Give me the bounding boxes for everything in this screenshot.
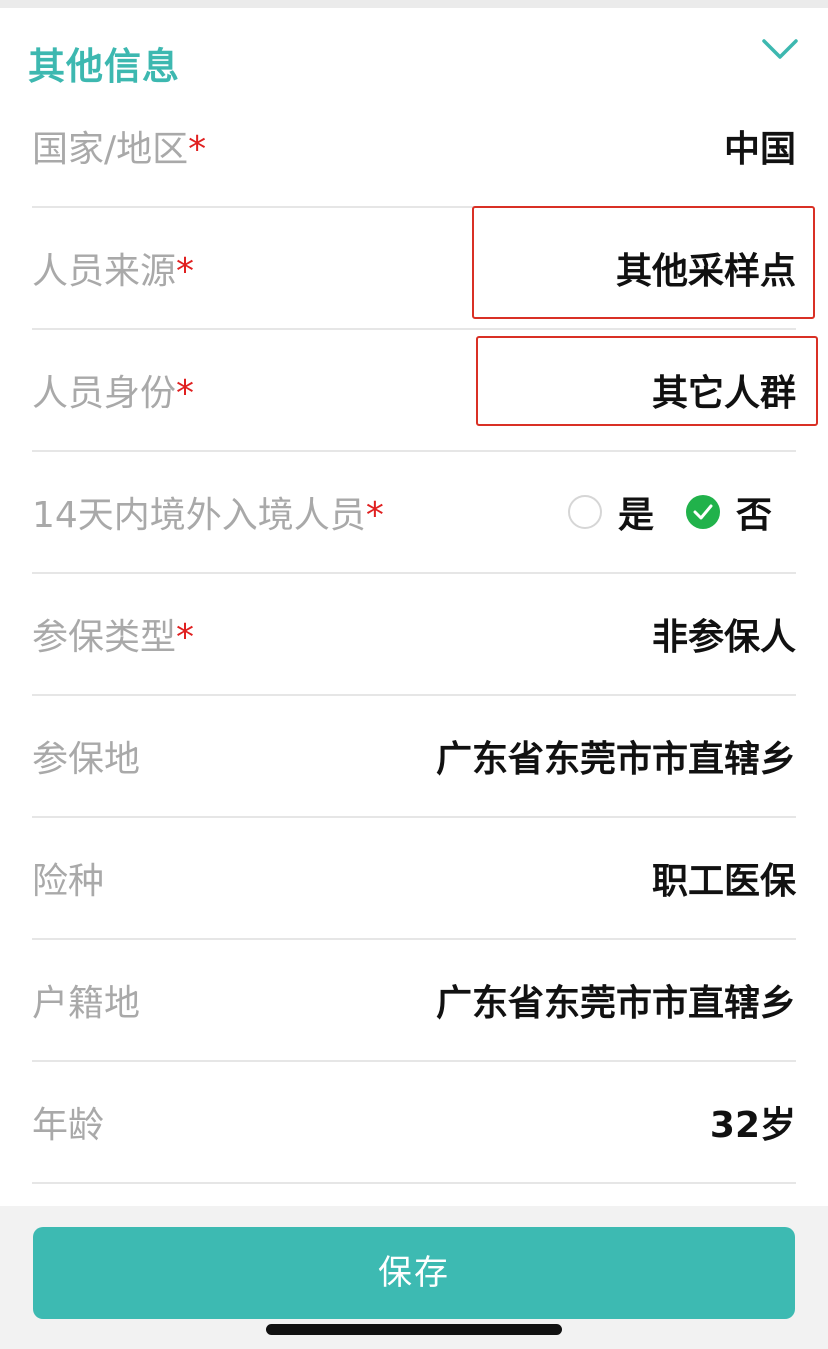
row-insurance-location[interactable]: 参保地 广东省东莞市市直辖乡 <box>32 696 796 818</box>
page: 其他信息 国家/地区* 中国 人员来源* 其他采样点 人员身份* 其它人群 14… <box>0 0 828 1349</box>
top-strip <box>0 0 828 8</box>
row-label: 14天内境外入境人员* <box>32 495 384 536</box>
row-label: 人员身份* <box>32 373 195 414</box>
row-label: 人员来源* <box>32 251 195 292</box>
row-insurance-type[interactable]: 参保类型* 非参保人 <box>32 574 796 696</box>
highlight-box-person-identity <box>476 336 818 426</box>
row-insurance-kind[interactable]: 险种 职工医保 <box>32 818 796 940</box>
row-value-country: 中国 <box>723 129 796 170</box>
row-label: 参保地 <box>32 739 141 780</box>
radio-label-no: 否 <box>735 495 772 536</box>
radio-option-yes[interactable]: 是 <box>567 486 654 538</box>
row-value-insurance-location: 广东省东莞市市直辖乡 <box>435 739 796 780</box>
highlight-box-person-source <box>472 206 815 319</box>
home-indicator <box>266 1324 562 1335</box>
row-label: 险种 <box>32 861 105 902</box>
row-value-age: 32岁 <box>709 1105 796 1146</box>
row-age: 年龄 32岁 <box>32 1062 796 1184</box>
row-label: 户籍地 <box>32 983 141 1024</box>
row-country[interactable]: 国家/地区* 中国 <box>32 86 796 208</box>
row-label: 国家/地区* <box>32 129 207 170</box>
radio-option-no[interactable]: 否 <box>685 486 772 538</box>
row-household-registration[interactable]: 户籍地 广东省东莞市市直辖乡 <box>32 940 796 1062</box>
row-label: 参保类型* <box>32 617 195 658</box>
save-button[interactable]: 保存 <box>33 1227 795 1319</box>
radio-checked-icon[interactable] <box>685 495 720 529</box>
overseas-entry-radio-group: 是 否 <box>536 486 772 538</box>
radio-label-yes: 是 <box>617 495 654 536</box>
check-icon <box>693 504 713 520</box>
chevron-down-icon[interactable] <box>762 38 798 62</box>
row-label: 年龄 <box>32 1105 105 1146</box>
radio-unchecked-icon[interactable] <box>567 495 602 529</box>
section-title: 其他信息 <box>28 45 180 88</box>
row-value-insurance-kind: 职工医保 <box>651 861 796 902</box>
row-overseas-entry: 14天内境外入境人员* 是 否 <box>32 452 796 574</box>
row-value-insurance-type: 非参保人 <box>651 617 796 658</box>
row-value-household-registration: 广东省东莞市市直辖乡 <box>435 983 796 1024</box>
